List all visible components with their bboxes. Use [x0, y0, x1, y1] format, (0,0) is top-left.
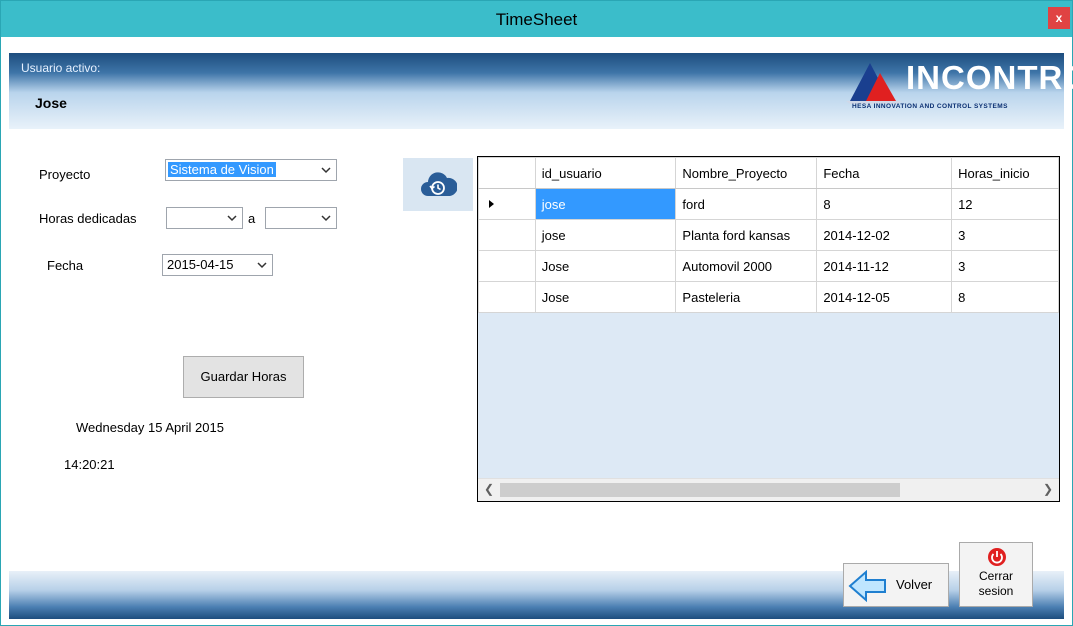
power-icon	[988, 548, 1006, 566]
chevron-down-icon	[257, 262, 267, 269]
active-user-name: Jose	[35, 95, 67, 111]
current-date-text: Wednesday 15 April 2015	[76, 420, 224, 435]
table-row[interactable]: Jose Pasteleria 2014-12-05 8	[478, 281, 1059, 313]
chevron-down-icon	[321, 167, 331, 174]
col-header-id-usuario[interactable]: id_usuario	[534, 157, 677, 189]
back-arrow-icon	[848, 570, 886, 602]
scrollbar-thumb[interactable]	[500, 483, 900, 497]
scroll-right-icon[interactable]: ❯	[1043, 482, 1053, 496]
table-cell[interactable]: Planta ford kansas	[675, 219, 818, 251]
row-header[interactable]	[478, 281, 536, 313]
proyecto-select[interactable]: Sistema de Vision	[165, 159, 337, 181]
table-row[interactable]: jose Planta ford kansas 2014-12-02 3	[478, 219, 1059, 251]
timesheet-window: TimeSheet x Usuario activo: Jose INCONTR…	[0, 0, 1073, 626]
table-cell[interactable]: 3	[951, 250, 1059, 282]
window-title: TimeSheet	[495, 10, 578, 29]
guardar-horas-button[interactable]: Guardar Horas	[183, 356, 304, 398]
row-header[interactable]	[478, 250, 536, 282]
table-cell[interactable]: Jose	[534, 281, 677, 313]
table-cell[interactable]: 2014-12-05	[816, 281, 953, 313]
close-button[interactable]: x	[1048, 7, 1070, 29]
table-cell[interactable]: Pasteleria	[675, 281, 818, 313]
incontrol-logo: INCONTROL HESA INNOVATION AND CONTROL SY…	[844, 57, 1073, 127]
table-cell[interactable]: 8	[816, 188, 953, 220]
timesheet-grid[interactable]: id_usuario Nombre_Proyecto Fecha Horas_i…	[477, 156, 1060, 502]
table-cell[interactable]: Automovil 2000	[675, 250, 818, 282]
fecha-picker-value: 2015-04-15	[167, 257, 234, 272]
fecha-picker[interactable]: 2015-04-15	[162, 254, 273, 276]
row-header[interactable]	[478, 219, 536, 251]
grid-table: id_usuario Nombre_Proyecto Fecha Horas_i…	[478, 157, 1059, 313]
refresh-button[interactable]	[403, 158, 473, 211]
horas-separator: a	[248, 211, 256, 226]
table-cell[interactable]: Jose	[534, 250, 677, 282]
chevron-down-icon	[227, 215, 237, 222]
table-cell[interactable]: 8	[951, 281, 1059, 313]
proyecto-label: Proyecto	[39, 167, 91, 182]
horas-hasta-select[interactable]	[265, 207, 337, 229]
cerrar-sesion-line2: sesion	[978, 584, 1014, 598]
table-cell[interactable]: 12	[951, 188, 1059, 220]
table-cell[interactable]: ford	[675, 188, 818, 220]
chevron-down-icon	[321, 215, 331, 222]
volver-button[interactable]: Volver	[843, 563, 949, 607]
proyecto-select-value: Sistema de Vision	[168, 162, 276, 177]
table-cell[interactable]: jose	[534, 219, 677, 251]
logo-tagline: HESA INNOVATION AND CONTROL SYSTEMS	[852, 103, 1008, 110]
table-cell[interactable]: 3	[951, 219, 1059, 251]
grid-header-row: id_usuario Nombre_Proyecto Fecha Horas_i…	[478, 157, 1059, 189]
header-banner: Usuario activo: Jose INCONTROL HESA INNO…	[9, 53, 1073, 129]
volver-label: Volver	[896, 577, 933, 592]
scroll-left-icon[interactable]: ❮	[484, 482, 494, 496]
table-cell[interactable]: jose	[534, 188, 677, 220]
horas-desde-select[interactable]	[166, 207, 243, 229]
cerrar-sesion-button[interactable]: Cerrar sesion	[959, 542, 1033, 607]
fecha-label: Fecha	[47, 258, 84, 273]
table-cell[interactable]: 2014-11-12	[816, 250, 953, 282]
table-row[interactable]: jose ford 8 12	[478, 188, 1059, 220]
table-row[interactable]: Jose Automovil 2000 2014-11-12 3	[478, 250, 1059, 282]
logo-brand-text: INCONTROL	[906, 59, 1073, 96]
current-row-arrow-icon	[489, 200, 494, 208]
table-cell[interactable]: 2014-12-02	[816, 219, 953, 251]
horizontal-scrollbar[interactable]: ❮ ❯	[478, 478, 1059, 501]
history-cloud-icon	[421, 172, 457, 196]
active-user-label: Usuario activo:	[21, 61, 101, 75]
horas-label: Horas dedicadas	[39, 211, 137, 226]
current-time-text: 14:20:21	[64, 457, 115, 472]
col-header-horas-inicio[interactable]: Horas_inicio	[951, 157, 1059, 189]
col-header-nombre-proyecto[interactable]: Nombre_Proyecto	[675, 157, 818, 189]
cerrar-sesion-line1: Cerrar	[978, 569, 1013, 583]
grid-corner-cell	[478, 157, 536, 189]
col-header-fecha[interactable]: Fecha	[816, 157, 953, 189]
title-bar[interactable]: TimeSheet x	[1, 1, 1072, 37]
logo-mark-icon	[846, 63, 902, 104]
cerrar-sesion-label: Cerrar sesion	[960, 569, 1032, 599]
row-header[interactable]	[478, 188, 536, 220]
